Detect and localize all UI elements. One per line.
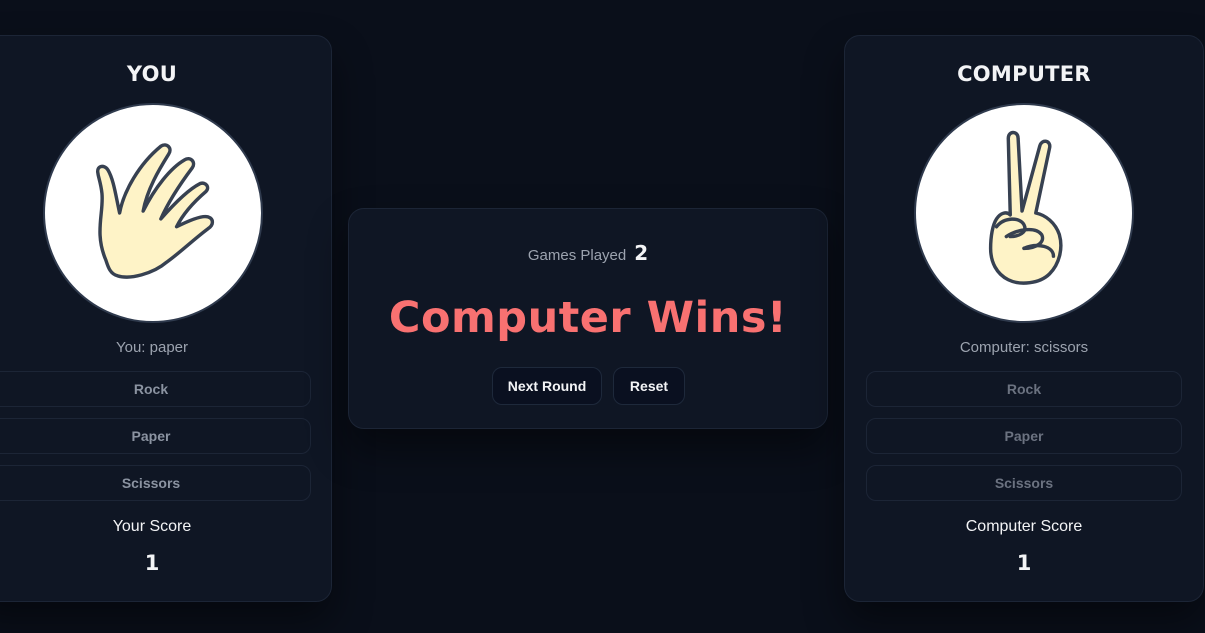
next-round-button[interactable]: Next Round <box>492 367 602 405</box>
computer-choice-text: Computer: scissors <box>959 339 1089 356</box>
player-hand-display <box>43 103 263 323</box>
result-text: Computer Wins! <box>388 293 788 343</box>
computer-card: COMPUTER Computer: scissors Rock Paper S… <box>844 35 1204 602</box>
computer-hand-display <box>914 103 1134 323</box>
player-paper-button[interactable]: Paper <box>0 418 311 454</box>
computer-title: COMPUTER <box>957 62 1091 86</box>
games-played: Games Played 2 <box>349 241 827 265</box>
computer-score-value: 1 <box>1016 551 1032 575</box>
scissors-hand-icon <box>988 130 1063 285</box>
computer-rock-button: Rock <box>866 371 1182 407</box>
computer-scissors-button: Scissors <box>866 465 1182 501</box>
computer-paper-button: Paper <box>866 418 1182 454</box>
game-stage: YOU You: paper Rock Paper Scissors Your … <box>0 0 1205 633</box>
player-title: YOU <box>126 62 178 86</box>
result-card: Games Played 2 Computer Wins! Next Round … <box>348 208 828 429</box>
player-score-value: 1 <box>144 551 160 575</box>
games-played-count: 2 <box>634 241 649 265</box>
player-scissors-button[interactable]: Scissors <box>0 465 311 501</box>
player-choice-text: You: paper <box>115 339 188 356</box>
player-score-label: Your Score <box>112 518 192 535</box>
games-played-label: Games Played <box>527 247 627 264</box>
computer-score-label: Computer Score <box>965 518 1083 535</box>
player-rock-button[interactable]: Rock <box>0 371 311 407</box>
reset-button[interactable]: Reset <box>613 367 685 405</box>
paper-hand-icon <box>96 143 215 279</box>
player-card: YOU You: paper Rock Paper Scissors Your … <box>0 35 332 602</box>
